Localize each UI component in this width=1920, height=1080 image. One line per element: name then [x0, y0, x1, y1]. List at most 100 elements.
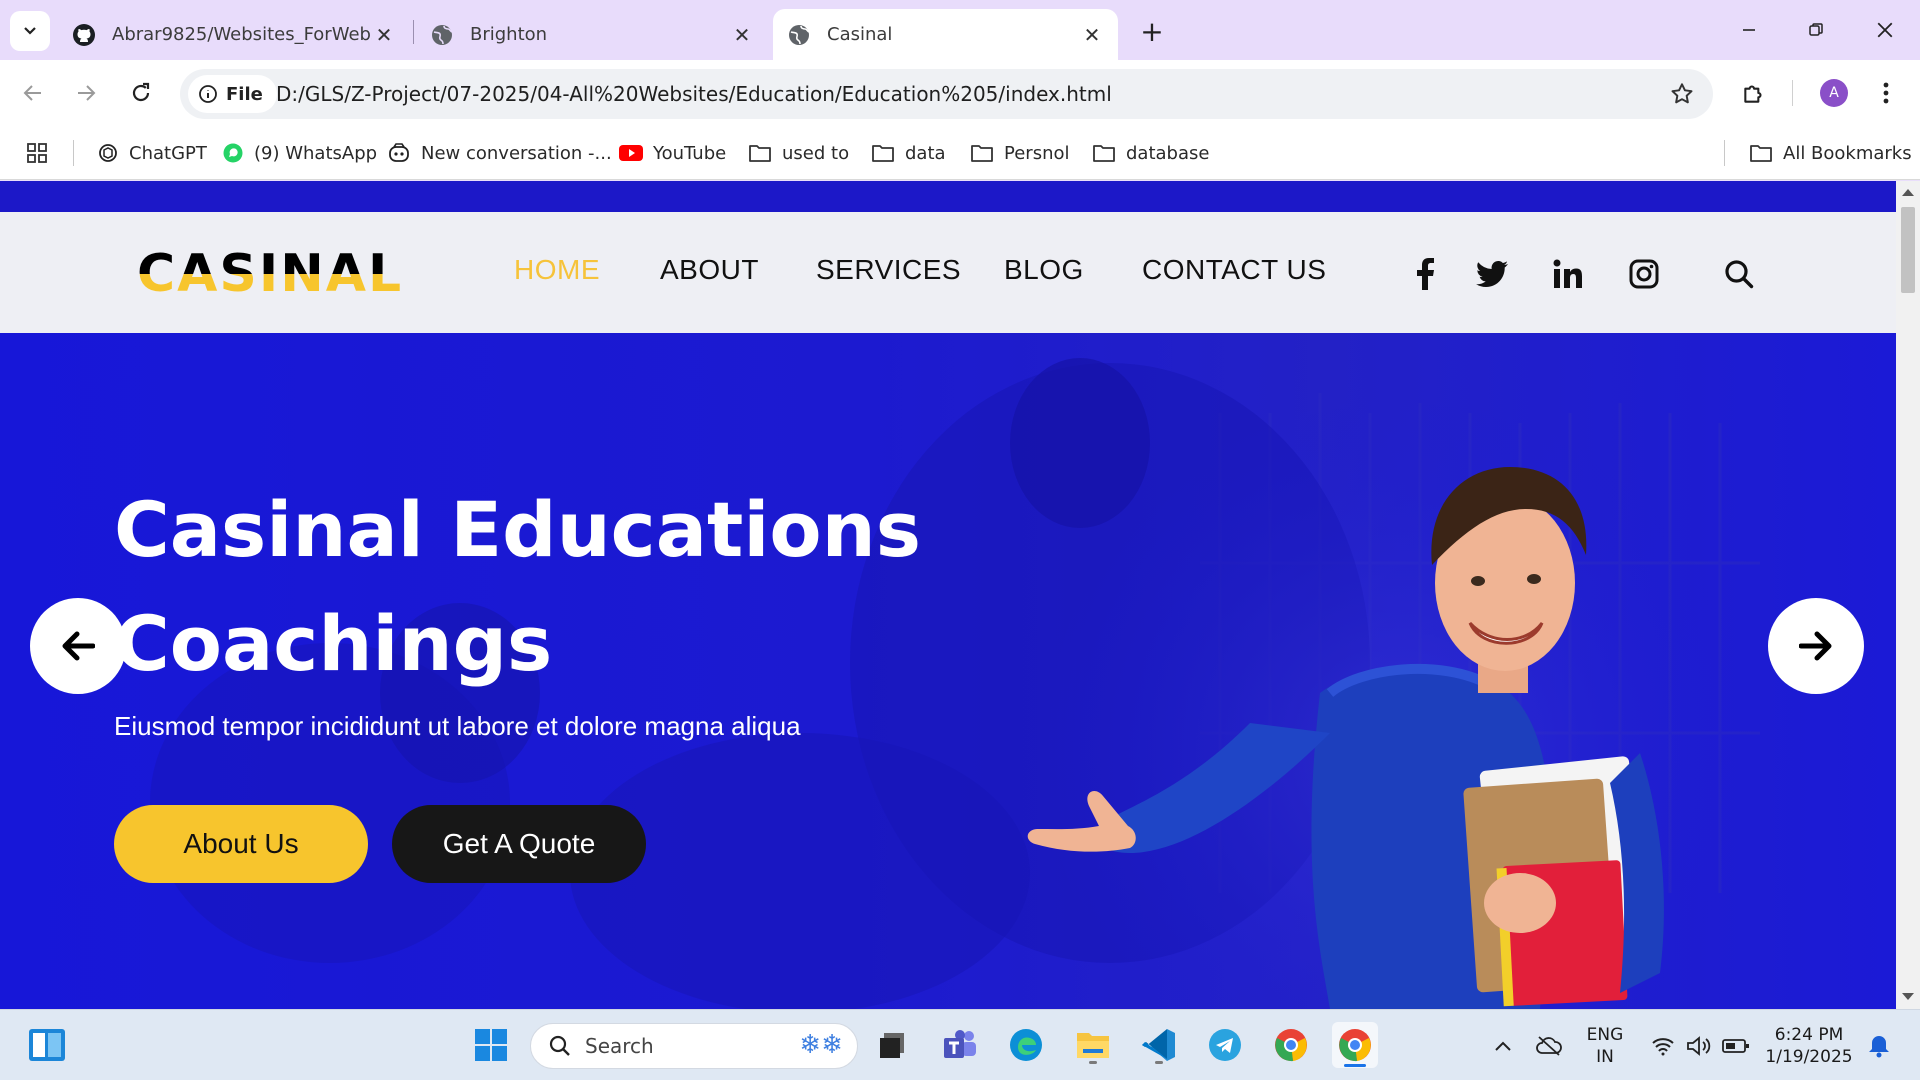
apps-grid-icon: [27, 143, 47, 163]
bookmark-copilot[interactable]: New conversation -...: [387, 139, 612, 167]
close-icon[interactable]: ✕: [372, 23, 396, 47]
tab-title: Abrar9825/Websites_ForWebsit: [112, 24, 372, 45]
hero-title-line2: Coachings: [114, 599, 553, 688]
tab-github[interactable]: Abrar9825/Websites_ForWebsit ✕: [58, 9, 410, 60]
address-bar[interactable]: File D:/GLS/Z-Project/07-2025/04-All%20W…: [180, 69, 1713, 119]
scroll-down-arrow[interactable]: [1902, 993, 1914, 1000]
scroll-thumb[interactable]: [1901, 207, 1915, 293]
snowflake-icon: ❄❄: [799, 1030, 843, 1060]
search-icon[interactable]: [1721, 256, 1757, 292]
tab-search-button[interactable]: [10, 11, 50, 51]
start-button[interactable]: [468, 1022, 514, 1068]
task-view-icon: [880, 1033, 904, 1058]
nav-contact-us[interactable]: CONTACT US: [1142, 254, 1326, 286]
info-icon: [199, 85, 217, 103]
restore-icon: [1809, 23, 1823, 36]
taskbar-task-view[interactable]: [870, 1022, 916, 1068]
extensions-button[interactable]: [1738, 77, 1770, 109]
forward-button[interactable]: [70, 77, 102, 109]
url-text[interactable]: D:/GLS/Z-Project/07-2025/04-All%20Websit…: [276, 82, 1112, 106]
bookmark-folder-persnol[interactable]: Persnol: [970, 139, 1070, 167]
tab-brighton[interactable]: Brighton ✕: [416, 9, 768, 60]
language-indicator[interactable]: ENG IN: [1580, 1010, 1630, 1080]
bookmark-chatgpt[interactable]: ChatGPT: [97, 139, 207, 167]
taskbar-search[interactable]: Search ❄❄: [530, 1023, 858, 1069]
nav-services[interactable]: SERVICES: [816, 254, 961, 286]
bookmarks-separator: [1724, 140, 1725, 166]
tab-title: Casinal: [827, 24, 893, 45]
get-a-quote-button[interactable]: Get A Quote: [392, 805, 646, 883]
nav-blog[interactable]: BLOG: [1004, 254, 1084, 286]
all-bookmarks-button[interactable]: All Bookmarks: [1749, 139, 1912, 167]
facebook-icon[interactable]: [1407, 256, 1443, 292]
taskbar-file-explorer[interactable]: [1070, 1022, 1116, 1068]
twitter-icon[interactable]: [1474, 256, 1510, 292]
taskbar-edge[interactable]: [1003, 1022, 1049, 1068]
bookmark-folder-data[interactable]: data: [871, 139, 946, 167]
menu-button[interactable]: [1870, 77, 1902, 109]
restore-button[interactable]: [1791, 10, 1841, 50]
widgets-icon: [29, 1029, 65, 1061]
nav-about[interactable]: ABOUT: [660, 254, 759, 286]
back-button[interactable]: [17, 77, 49, 109]
bookmark-label: New conversation -...: [421, 142, 612, 164]
folder-icon: [971, 145, 993, 162]
notifications-button[interactable]: [1864, 1010, 1894, 1080]
chatgpt-icon: [99, 144, 117, 162]
apps-button[interactable]: [26, 139, 58, 167]
profile-button[interactable]: A: [1818, 77, 1850, 109]
clock[interactable]: 6:24 PM 1/19/2025: [1764, 1010, 1854, 1080]
bookmark-folder-used-to[interactable]: used to: [748, 139, 849, 167]
telegram-icon: [1209, 1029, 1241, 1061]
site-info-chip[interactable]: File: [188, 75, 277, 113]
avatar: A: [1820, 79, 1848, 107]
slider-next-button[interactable]: [1768, 598, 1864, 694]
site-logo[interactable]: CASINAL: [137, 248, 403, 300]
hero-title: Casinal Educations Coachings: [114, 473, 921, 701]
minimize-button[interactable]: [1724, 10, 1774, 50]
onedrive-status[interactable]: [1532, 1010, 1566, 1080]
speaker-icon: [1687, 1035, 1711, 1056]
wifi-status[interactable]: [1648, 1010, 1678, 1080]
taskbar-vscode[interactable]: [1136, 1022, 1182, 1068]
tab-title: Brighton: [470, 24, 548, 45]
close-icon: [1877, 22, 1893, 38]
clock-date: 1/19/2025: [1765, 1046, 1853, 1067]
bookmark-star-icon[interactable]: [1669, 81, 1695, 107]
taskbar-chrome-profile[interactable]: [1268, 1022, 1314, 1068]
page-scrollbar[interactable]: [1896, 181, 1920, 1009]
nav-home[interactable]: HOME: [514, 254, 600, 286]
reload-button[interactable]: [125, 77, 157, 109]
bookmark-youtube[interactable]: YouTube: [619, 139, 726, 167]
bookmark-folder-database[interactable]: database: [1092, 139, 1209, 167]
github-icon: [73, 23, 95, 46]
arrow-left-icon: [62, 631, 95, 661]
close-window-button[interactable]: [1860, 10, 1910, 50]
battery-status[interactable]: [1720, 1010, 1752, 1080]
instagram-icon[interactable]: [1626, 256, 1662, 292]
taskbar-teams[interactable]: [937, 1022, 983, 1068]
volume-status[interactable]: [1684, 1010, 1714, 1080]
tab-separator: [413, 20, 414, 44]
taskbar-telegram[interactable]: [1202, 1022, 1248, 1068]
bookmark-label: Persnol: [1004, 142, 1070, 164]
whatsapp-icon: [223, 143, 243, 163]
new-tab-button[interactable]: +: [1135, 14, 1169, 48]
show-hidden-icons-button[interactable]: [1488, 1010, 1518, 1080]
linkedin-icon[interactable]: [1550, 256, 1586, 292]
bookmarks-separator: [73, 140, 74, 166]
bookmark-whatsapp[interactable]: (9) WhatsApp: [222, 139, 377, 167]
arrow-right-icon: [78, 85, 96, 101]
close-icon[interactable]: ✕: [730, 23, 754, 47]
site-header: CASINAL HOME ABOUT SERVICES BLOG CONTACT…: [0, 212, 1896, 333]
tab-casinal[interactable]: Casinal ✕: [773, 9, 1118, 60]
slider-prev-button[interactable]: [30, 598, 126, 694]
bookmarks-bar: ChatGPT (9) WhatsApp New conversation -.…: [0, 126, 1920, 180]
scroll-up-arrow[interactable]: [1902, 189, 1914, 196]
close-icon[interactable]: ✕: [1080, 23, 1104, 47]
taskbar-chrome-active[interactable]: [1332, 1022, 1378, 1068]
about-us-button[interactable]: About Us: [114, 805, 368, 883]
widgets-button[interactable]: [24, 1022, 70, 1068]
folder-icon: [872, 145, 894, 162]
running-indicator: [1155, 1061, 1163, 1064]
